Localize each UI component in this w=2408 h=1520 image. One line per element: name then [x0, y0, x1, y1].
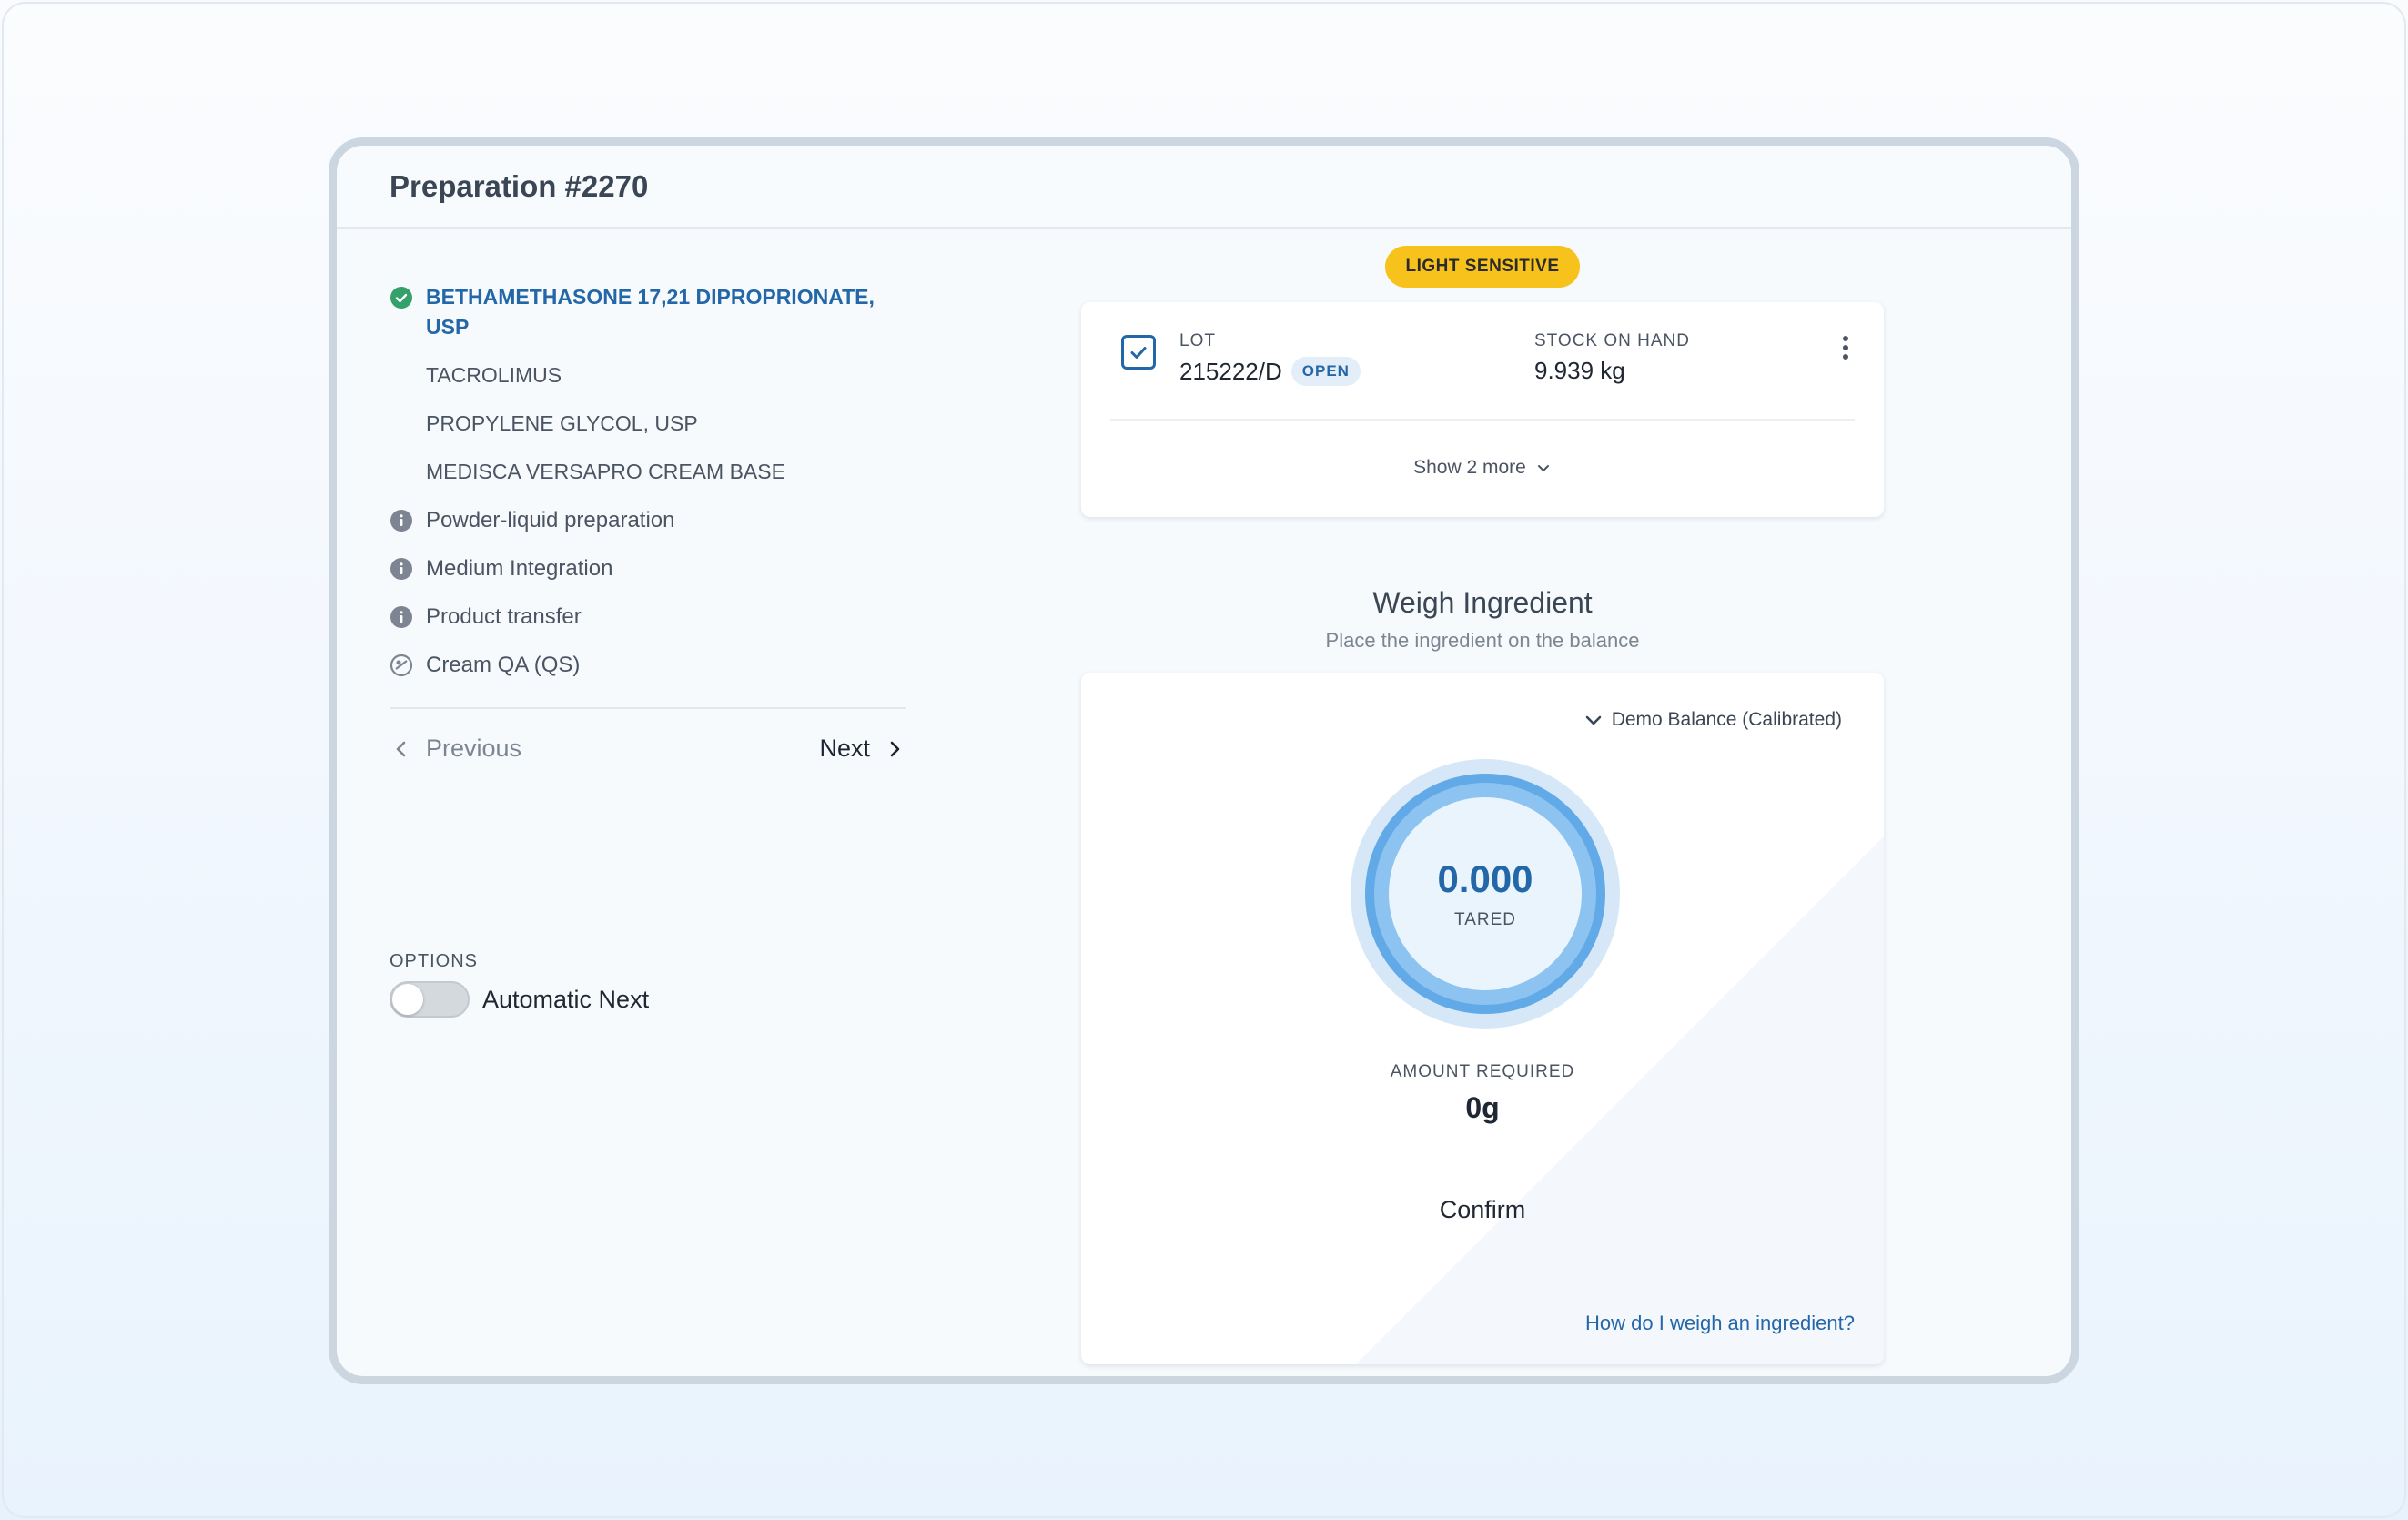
light-sensitive-badge: LIGHT SENSITIVE: [1385, 246, 1580, 288]
step-item-product-transfer[interactable]: Product transfer: [390, 602, 906, 632]
ingredient-item-cream-base[interactable]: MEDISCA VERSAPRO CREAM BASE: [390, 457, 906, 487]
ingredient-label: BETHAMETHASONE 17,21 DIPROPRIONATE, USP: [426, 285, 875, 339]
step-label: Powder-liquid preparation: [426, 508, 675, 532]
gauge-face: 0.000 TARED: [1389, 797, 1582, 990]
info-icon: [390, 509, 413, 532]
lot-value-row: 215222/D OPEN: [1179, 357, 1534, 386]
step-item-medium-integration[interactable]: Medium Integration: [390, 553, 906, 583]
balance-selector[interactable]: Demo Balance (Calibrated): [1583, 709, 1842, 731]
weigh-card: Demo Balance (Calibrated) 0.000 TARED AM…: [1081, 673, 1884, 1364]
badge-container: LIGHT SENSITIVE: [1081, 246, 1884, 291]
previous-button[interactable]: Previous: [390, 735, 521, 763]
step-item-cream-qa[interactable]: Cream QA (QS): [390, 650, 906, 680]
stock-value: 9.939 kg: [1534, 357, 1625, 384]
checkmark-icon: [1130, 347, 1147, 359]
ingredient-item-tacrolimus[interactable]: TACROLIMUS: [390, 360, 906, 390]
gauge-ring-inner: 0.000 TARED: [1374, 783, 1596, 1005]
next-label: Next: [819, 735, 870, 762]
options-section: OPTIONS Automatic Next: [390, 951, 649, 1018]
show-more-button[interactable]: Show 2 more: [1081, 421, 1884, 515]
scale-status: TARED: [1454, 910, 1516, 929]
step-navigation: Previous Next: [390, 735, 906, 763]
step-label: Cream QA (QS): [426, 653, 581, 677]
ingredient-panel: BETHAMETHASONE 17,21 DIPROPRIONATE, USP …: [390, 282, 906, 763]
automatic-next-row: Automatic Next: [390, 981, 649, 1018]
page-title: Preparation #2270: [390, 168, 649, 203]
check-circle-icon: [390, 286, 413, 309]
weighing-panel: LIGHT SENSITIVE LOT 215222/D OPEN STOCK …: [1081, 246, 1884, 1364]
chevron-left-icon: [396, 741, 406, 756]
ingredient-label: PROPYLENE GLYCOL, USP: [426, 411, 698, 435]
lot-info: LOT 215222/D OPEN: [1179, 331, 1534, 386]
weigh-header: Weigh Ingredient Place the ingredient on…: [1081, 586, 1884, 653]
ingredient-label: TACROLIMUS: [426, 363, 562, 387]
amount-label: AMOUNT REQUIRED: [1390, 1062, 1575, 1081]
stock-info: STOCK ON HAND 9.939 kg: [1534, 331, 1835, 385]
lot-checkbox[interactable]: [1121, 335, 1156, 370]
stock-label: STOCK ON HAND: [1534, 331, 1691, 350]
scale-reading-gauge: 0.000 TARED: [1351, 759, 1620, 1029]
gauge-ring-outer: 0.000 TARED: [1365, 774, 1605, 1014]
ingredient-item-propylene-glycol[interactable]: PROPYLENE GLYCOL, USP: [390, 409, 906, 439]
lot-row: LOT 215222/D OPEN STOCK ON HAND 9.939 kg: [1081, 302, 1884, 419]
ingredient-label: MEDISCA VERSAPRO CREAM BASE: [426, 460, 785, 483]
step-item-powder-liquid[interactable]: Powder-liquid preparation: [390, 505, 906, 535]
lot-number: 215222/D: [1179, 357, 1282, 385]
info-icon: [390, 605, 413, 629]
automatic-next-toggle[interactable]: [390, 981, 470, 1018]
info-icon: [390, 557, 413, 581]
weigh-subtitle: Place the ingredient on the balance: [1325, 629, 1640, 652]
amount-value: 0g: [1465, 1091, 1500, 1124]
lot-status-badge: OPEN: [1290, 357, 1361, 386]
help-link[interactable]: How do I weigh an ingredient?: [1585, 1312, 1855, 1335]
header: Preparation #2270: [337, 146, 2071, 229]
scale-reading: 0.000: [1437, 857, 1533, 900]
weigh-title: Weigh Ingredient: [1372, 586, 1593, 619]
show-more-label: Show 2 more: [1413, 457, 1526, 478]
balance-label: Demo Balance (Calibrated): [1611, 709, 1842, 730]
ingredient-item-bethamethasone[interactable]: BETHAMETHASONE 17,21 DIPROPRIONATE, USP: [390, 282, 906, 342]
step-label: Medium Integration: [426, 556, 613, 581]
chevron-down-icon: [1537, 465, 1549, 471]
app-window: Preparation #2270 BETHAMETHASONE 17,21 D…: [329, 137, 2079, 1384]
next-button[interactable]: Next: [819, 735, 906, 763]
confirm-button[interactable]: Confirm: [1081, 1196, 1884, 1224]
previous-label: Previous: [426, 735, 522, 762]
chevron-down-icon: [1585, 715, 1602, 725]
toggle-knob: [392, 984, 423, 1015]
chevron-right-icon: [890, 741, 900, 756]
lot-card: LOT 215222/D OPEN STOCK ON HAND 9.939 kg…: [1081, 302, 1884, 517]
divider: [390, 707, 906, 709]
more-options-icon[interactable]: [1836, 331, 1855, 368]
lot-label: LOT: [1179, 331, 1216, 350]
automatic-next-label: Automatic Next: [482, 985, 650, 1013]
amount-required: AMOUNT REQUIRED 0g: [1081, 1062, 1884, 1125]
step-label: Product transfer: [426, 604, 582, 629]
options-label: OPTIONS: [390, 951, 479, 971]
qa-icon: [390, 654, 413, 677]
